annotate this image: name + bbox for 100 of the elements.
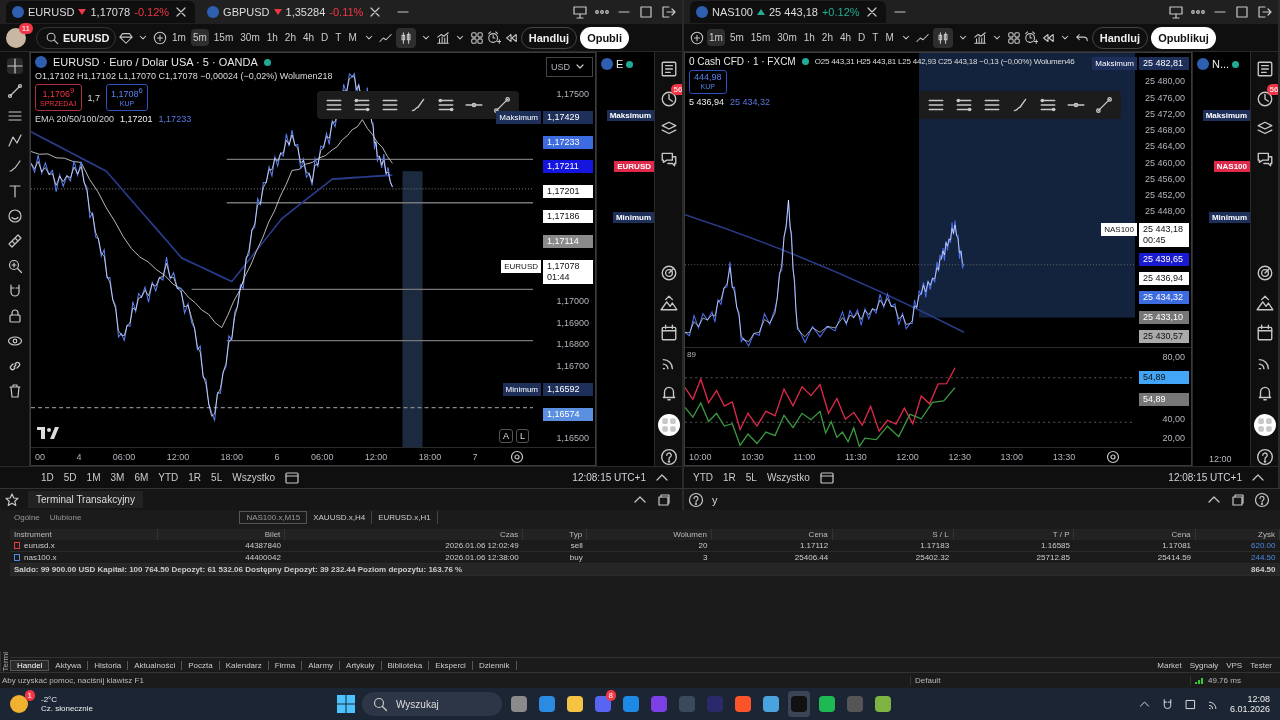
pattern-icon[interactable] <box>6 133 23 149</box>
timeframe-button[interactable]: M <box>883 29 896 46</box>
timeframe-button[interactable]: 1h <box>264 29 280 46</box>
group-tab[interactable]: Ulubione <box>47 512 84 522</box>
range-button[interactable]: 3M <box>109 472 126 483</box>
terminal-tab[interactable]: Kalendarz <box>219 660 269 670</box>
column-header[interactable]: Cena <box>1074 529 1196 540</box>
calendar-icon[interactable] <box>1255 324 1274 342</box>
timeframe-button[interactable]: 2h <box>282 29 298 46</box>
mountains-icon[interactable] <box>659 294 678 312</box>
target-icon[interactable] <box>1255 264 1274 282</box>
terminal-tab[interactable]: Dziennik <box>472 660 517 670</box>
timeframe-button[interactable]: 1m <box>170 29 188 46</box>
column-header[interactable]: Czas <box>284 529 523 540</box>
restore-icon[interactable] <box>656 491 672 508</box>
timeframe-button[interactable]: 4h <box>300 29 317 46</box>
timeframe-button[interactable]: 5m <box>190 29 209 46</box>
terminal-tab[interactable]: Handel <box>10 659 50 671</box>
apps-grid-icon[interactable] <box>1253 414 1276 436</box>
maximize-icon[interactable] <box>638 4 654 20</box>
diamond-icon[interactable] <box>119 30 133 45</box>
column-header[interactable]: S / L <box>832 529 954 540</box>
timeframe-button[interactable]: M <box>346 29 359 46</box>
column-header[interactable]: Instrument <box>10 529 158 540</box>
terminal-tab[interactable]: Artykuły <box>340 660 382 670</box>
exit-icon[interactable] <box>660 4 676 20</box>
apps-grid-icon[interactable] <box>657 414 680 436</box>
chart-tab[interactable]: NAS100.x,M15 <box>239 510 308 524</box>
column-header[interactable]: T / P <box>953 529 1074 540</box>
trend-line-icon[interactable] <box>6 83 23 99</box>
column-header[interactable]: Wolumen <box>586 529 712 540</box>
layout-icon[interactable] <box>572 4 588 20</box>
help-icon[interactable] <box>1254 491 1270 508</box>
clock-icon[interactable] <box>1255 90 1274 108</box>
range-button[interactable]: YTD <box>157 472 180 483</box>
display-icon[interactable] <box>1183 697 1197 711</box>
timeframe-button[interactable]: 5m <box>727 29 746 46</box>
timeframe-button[interactable]: 15m <box>748 29 773 46</box>
search-field[interactable]: Wyszukaj <box>362 692 502 716</box>
favorite-icon[interactable] <box>4 491 20 508</box>
column-header[interactable]: Bilet <box>157 529 285 540</box>
trade-button[interactable]: Handluj <box>520 26 578 49</box>
column-header[interactable]: Zysk <box>1195 529 1280 540</box>
chart-tab[interactable]: XAUUSD.x,H4 <box>307 510 373 524</box>
chat-icon[interactable] <box>659 150 678 168</box>
weather-icon[interactable] <box>10 695 28 713</box>
news-icon[interactable] <box>1255 60 1274 78</box>
target-icon[interactable] <box>659 264 678 282</box>
terminal-tab[interactable]: Firma <box>268 660 303 670</box>
layout-grid-icon[interactable] <box>1006 30 1021 45</box>
zoom-icon[interactable] <box>6 258 23 274</box>
group-tab[interactable]: Ogólne <box>12 512 42 522</box>
start-icon[interactable] <box>336 694 356 714</box>
layout-icon[interactable] <box>1168 4 1184 20</box>
indicators-icon[interactable] <box>972 30 987 45</box>
timeframe-button[interactable]: D <box>319 29 331 46</box>
indicators-icon[interactable] <box>435 30 450 45</box>
chart-tab[interactable]: NAS100 25 443,18 +0.12% <box>690 1 886 23</box>
ruler-icon[interactable] <box>6 233 23 249</box>
terminal-tab[interactable]: Aktywa <box>49 660 89 670</box>
fib-levels-icon[interactable] <box>353 96 371 114</box>
levels-icon[interactable] <box>1039 96 1057 114</box>
settings-icon[interactable] <box>509 448 525 465</box>
timeframe-button[interactable]: T <box>870 29 881 46</box>
parallel-lines-icon[interactable] <box>6 108 23 124</box>
column-header[interactable]: Typ <box>522 529 587 540</box>
trend-line-icon[interactable] <box>1095 96 1113 114</box>
timeframe-button[interactable]: D <box>856 29 868 46</box>
help-icon[interactable] <box>659 448 678 466</box>
calendar-icon[interactable] <box>659 324 678 342</box>
brush-icon[interactable] <box>409 96 427 114</box>
terminal-tab[interactable]: Aktualności <box>128 660 183 670</box>
range-button[interactable]: 1R <box>187 472 203 483</box>
levels-icon[interactable] <box>437 96 455 114</box>
news-icon[interactable] <box>659 60 678 78</box>
service-link[interactable]: VPS <box>1226 660 1243 670</box>
column-header[interactable]: Cena <box>711 529 833 540</box>
timeframe-button[interactable]: 2h <box>819 29 835 46</box>
terminal-tab[interactable]: Poczta <box>182 660 220 670</box>
chat-icon[interactable] <box>1255 150 1274 168</box>
clock-icon[interactable] <box>659 90 678 108</box>
publish-button[interactable]: Opublikuj <box>1151 26 1216 49</box>
candlestick-icon[interactable] <box>935 30 950 45</box>
restore-icon[interactable] <box>1230 491 1246 508</box>
eye-icon[interactable] <box>6 333 23 349</box>
timeframe-button[interactable]: 1m <box>707 29 725 46</box>
currency-select[interactable]: USD <box>546 57 593 77</box>
terminal-tab[interactable]: Eksperci <box>429 660 473 670</box>
scale-toggle[interactable]: A <box>498 429 513 443</box>
brush-icon[interactable] <box>1011 96 1029 114</box>
publish-button[interactable]: Opubli <box>580 26 629 49</box>
add-icon[interactable] <box>153 30 167 45</box>
alarm-clock-icon[interactable] <box>486 30 501 45</box>
range-button[interactable]: 1M <box>85 472 102 483</box>
crosshair-icon[interactable] <box>6 58 23 74</box>
range-button[interactable]: YTD <box>692 472 714 483</box>
timeframe-button[interactable]: 1h <box>801 29 817 46</box>
add-icon[interactable] <box>690 30 704 45</box>
chart-tab[interactable]: EURUSD 1,17078 -0.12% <box>6 1 196 23</box>
maximize-icon[interactable] <box>1234 4 1250 20</box>
